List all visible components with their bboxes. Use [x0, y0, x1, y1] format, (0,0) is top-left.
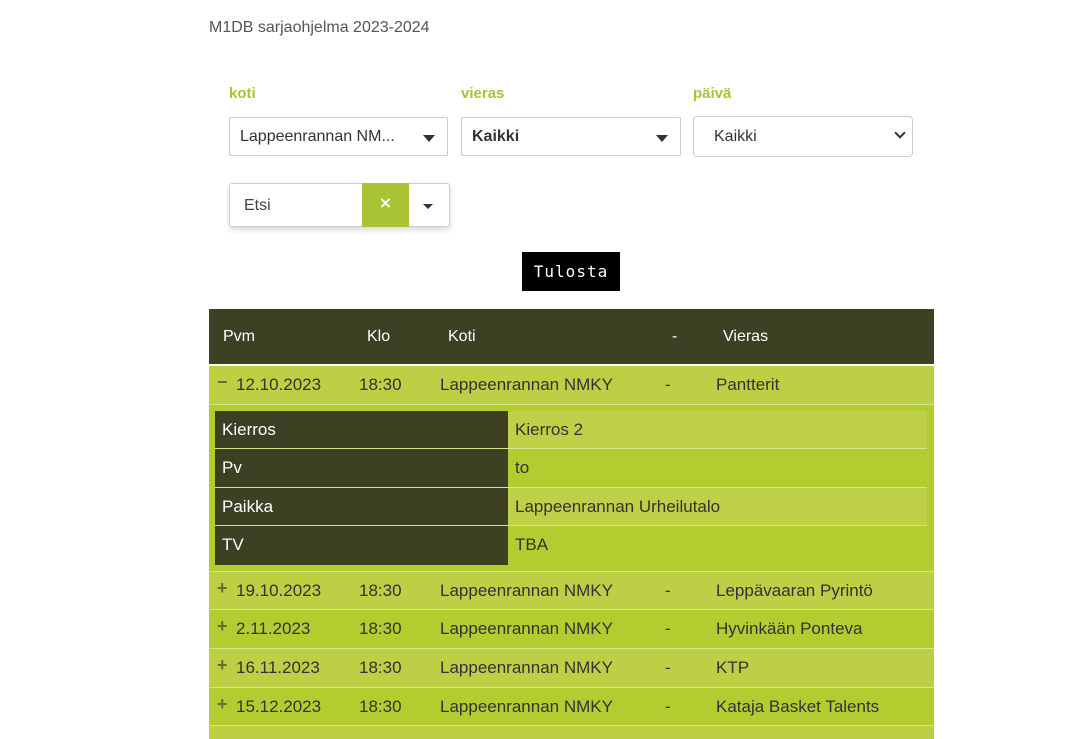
row-date: 15.12.2023 [236, 696, 322, 716]
chevron-down-icon [894, 127, 906, 139]
row-home: Lappeenrannan NMKY [440, 658, 613, 678]
row-time: 18:30 [359, 658, 402, 678]
row-time: 18:30 [359, 580, 402, 600]
row-separator: - [665, 658, 671, 678]
detail-row: Paikka Lappeenrannan Urheilutalo [215, 487, 927, 527]
clear-search-button[interactable]: × [362, 183, 409, 227]
expand-icon[interactable]: + [217, 616, 228, 637]
header-date[interactable]: Pvm [223, 328, 255, 346]
home-team-select-value: Lappeenrannan NM... [240, 128, 395, 145]
row-home: Lappeenrannan NMKY [440, 696, 613, 716]
row-away: Hyvinkään Ponteva [716, 619, 863, 639]
search-box[interactable]: Etsi × [229, 183, 450, 227]
print-button[interactable]: Tulosta [522, 252, 620, 291]
expand-icon[interactable]: + [217, 694, 228, 715]
search-dropdown-toggle-icon[interactable] [423, 204, 433, 209]
schedule-table: Pvm Klo Koti - Vieras − 12.10.2023 18:30… [209, 309, 934, 739]
away-team-select-value: Kaikki [472, 128, 520, 145]
search-input[interactable]: Etsi [244, 197, 271, 215]
detail-key: TV [215, 526, 508, 565]
row-date: 2.11.2023 [236, 619, 311, 639]
home-filter-label: koti [229, 85, 256, 102]
row-home: Lappeenrannan NMKY [440, 375, 613, 394]
header-home[interactable]: Koti [448, 328, 476, 346]
row-away: Pantterit [716, 375, 780, 394]
row-date: 19.10.2023 [236, 580, 322, 600]
detail-row: Kierros Kierros 2 [215, 410, 927, 450]
day-select-value: Kaikki [714, 128, 757, 145]
row-separator: - [665, 580, 671, 600]
row-time: 18:30 [359, 375, 402, 394]
row-home: Lappeenrannan NMKY [440, 580, 613, 600]
row-home: Lappeenrannan NMKY [440, 619, 613, 639]
header-time[interactable]: Klo [367, 328, 390, 346]
expand-icon[interactable]: + [217, 578, 228, 599]
away-filter-label: vieras [461, 85, 505, 102]
row-away: Kataja Basket Talents [716, 696, 880, 716]
caret-down-icon [423, 135, 435, 142]
row-separator: - [665, 619, 671, 639]
expand-icon[interactable]: + [217, 655, 228, 676]
row-away: Leppävaaran Pyrintö [716, 580, 873, 600]
table-row[interactable]: + 19.10.2023 18:30 Lappeenrannan NMKY - … [209, 571, 934, 611]
match-details: Kierros Kierros 2 Pv to Paikka Lappeenra… [209, 404, 934, 572]
day-select[interactable]: Kaikki [693, 116, 913, 157]
header-separator: - [672, 328, 678, 345]
detail-value: Kierros 2 [508, 410, 927, 449]
home-team-select[interactable]: Lappeenrannan NM... [229, 117, 448, 156]
collapse-icon[interactable]: − [217, 372, 228, 393]
header-away[interactable]: Vieras [723, 328, 768, 346]
table-row[interactable]: − 12.10.2023 18:30 Lappeenrannan NMKY - … [209, 366, 934, 405]
detail-row: TV TBA [215, 526, 927, 565]
table-row[interactable]: + 16.11.2023 18:30 Lappeenrannan NMKY - … [209, 649, 934, 688]
away-team-select[interactable]: Kaikki [461, 117, 681, 156]
table-row[interactable] [209, 726, 934, 739]
detail-key: Paikka [215, 487, 508, 526]
row-separator: - [665, 375, 671, 394]
row-date: 16.11.2023 [236, 658, 320, 678]
detail-key: Pv [215, 449, 508, 487]
row-date: 12.10.2023 [236, 375, 322, 394]
detail-value: Lappeenrannan Urheilutalo [508, 487, 927, 526]
row-away: KTP [716, 658, 750, 678]
row-time: 18:30 [359, 696, 402, 716]
page-title: M1DB sarjaohjelma 2023-2024 [209, 19, 430, 36]
table-row[interactable]: + 2.11.2023 18:30 Lappeenrannan NMKY - H… [209, 610, 934, 650]
row-time: 18:30 [359, 619, 402, 639]
table-row[interactable]: + 15.12.2023 18:30 Lappeenrannan NMKY - … [209, 687, 934, 727]
caret-down-icon [656, 135, 668, 142]
detail-value: TBA [515, 535, 549, 555]
detail-row: Pv to [215, 449, 927, 488]
table-header: Pvm Klo Koti - Vieras [209, 309, 934, 366]
detail-value: to [515, 458, 530, 478]
day-filter-label: päivä [693, 85, 732, 102]
row-separator: - [665, 696, 671, 716]
detail-key: Kierros [215, 410, 508, 449]
